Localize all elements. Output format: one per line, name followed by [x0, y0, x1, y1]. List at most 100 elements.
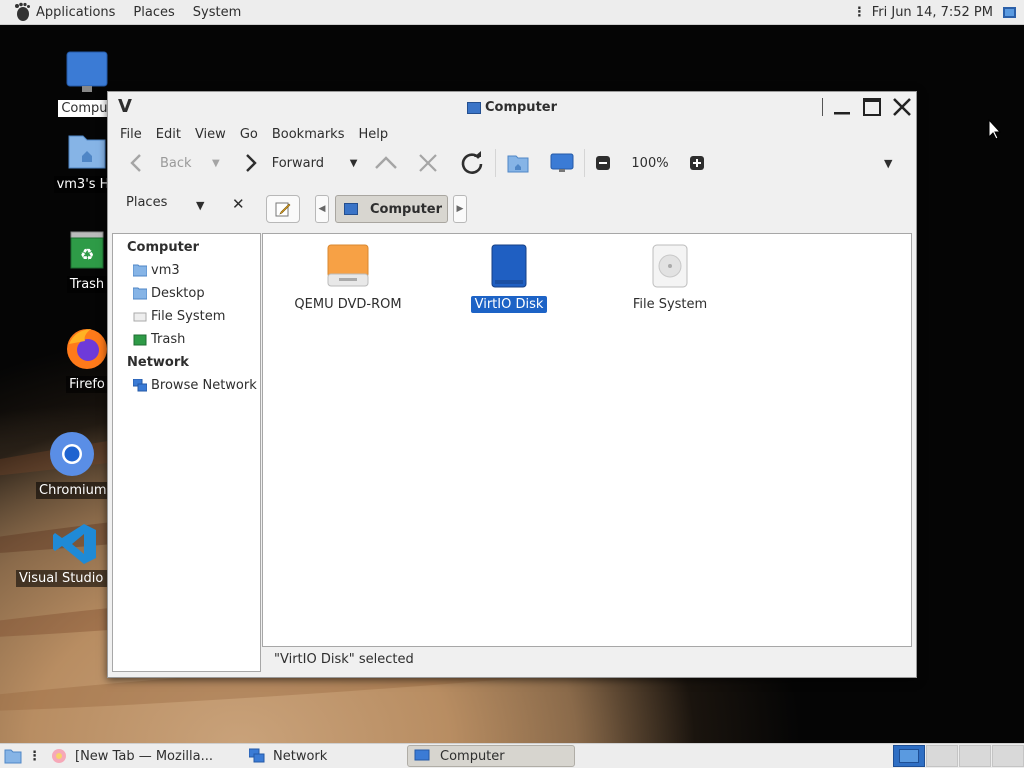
show-desktop-icon[interactable] — [1003, 6, 1016, 18]
icon-view: QEMU DVD-ROM VirtIO Disk File System — [262, 233, 912, 647]
breadcrumb-computer[interactable]: Computer — [335, 195, 448, 223]
sidebar-header-computer: Computer — [127, 240, 200, 255]
desktop-icon-vscode[interactable]: Visual Studio C — [16, 522, 120, 587]
item-virtio-disk[interactable]: VirtIO Disk — [434, 244, 584, 313]
item-label: File System — [632, 297, 708, 312]
back-label: Back — [160, 155, 192, 171]
zoom-in-icon[interactable] — [689, 155, 705, 171]
item-qemu-dvd-rom[interactable]: QEMU DVD-ROM — [273, 244, 423, 313]
sidebar-item-label: Trash — [151, 332, 186, 347]
workspace-4[interactable] — [992, 745, 1024, 767]
gnome-foot-icon[interactable] — [12, 2, 32, 22]
svg-text:♻: ♻ — [80, 245, 94, 264]
bottom-panel: ⋮ [New Tab — Mozilla... Network Computer — [0, 743, 1024, 768]
show-desktop-icon[interactable] — [4, 748, 22, 764]
workspace-1[interactable] — [893, 745, 925, 767]
taskbar-item-label: Computer — [440, 748, 505, 764]
close-sidebar-icon[interactable]: ✕ — [232, 195, 245, 213]
desktop-icon-label: Trash — [66, 276, 108, 293]
desktop-icon-label: Visual Studio C — [16, 570, 120, 587]
location-bar: Places ▼ ✕ ◀ Computer ▶ — [108, 185, 916, 225]
menu-bookmarks[interactable]: Bookmarks — [272, 127, 345, 142]
home-folder-icon — [133, 264, 147, 277]
desktop-folder-icon — [133, 287, 147, 300]
close-icon[interactable] — [890, 95, 914, 119]
edit-pencil-icon — [275, 202, 291, 217]
system-menu[interactable]: System — [193, 5, 241, 20]
window-titlebar[interactable]: V Computer — [108, 92, 916, 123]
sidebar-item-browse-network[interactable]: Browse Network — [113, 374, 260, 397]
network-icon — [133, 379, 147, 392]
reload-icon[interactable] — [459, 150, 485, 176]
desktop-icon-label: Chromium — [36, 482, 110, 499]
workspace-3[interactable] — [959, 745, 991, 767]
forward-label: Forward — [271, 155, 324, 171]
network-icon — [249, 748, 265, 763]
taskbar-item-label: [New Tab — Mozilla... — [75, 748, 214, 764]
toggle-location-entry-button[interactable] — [266, 195, 300, 223]
sidebar-header-network: Network — [127, 355, 189, 370]
menu-view[interactable]: View — [195, 127, 226, 142]
breadcrumb-left-arrow-icon[interactable]: ◀ — [315, 195, 329, 223]
computer-icon[interactable] — [550, 152, 574, 174]
home-folder-icon[interactable] — [506, 152, 530, 174]
up-icon[interactable] — [373, 152, 399, 174]
home-folder-icon — [68, 135, 106, 169]
taskbar-item-computer[interactable]: Computer — [407, 745, 575, 767]
panel-handle-icon: ⋮ — [28, 748, 41, 764]
forward-button[interactable]: Forward ▼ — [240, 148, 358, 178]
forward-history-dropdown-icon[interactable]: ▼ — [350, 158, 358, 169]
item-file-system[interactable]: File System — [595, 244, 745, 313]
stop-icon[interactable] — [417, 152, 439, 174]
computer-icon — [344, 203, 358, 215]
status-bar: "VirtIO Disk" selected — [274, 652, 414, 667]
menu-help[interactable]: Help — [358, 127, 388, 142]
item-label: VirtIO Disk — [470, 296, 548, 313]
sidebar-item-label: vm3 — [151, 263, 180, 278]
harddisk-icon — [652, 244, 688, 288]
zoom-level: 100% — [631, 155, 669, 171]
back-button[interactable]: Back ▼ — [126, 148, 220, 178]
vscode-icon — [53, 524, 96, 564]
menu-edit[interactable]: Edit — [156, 127, 181, 142]
file-manager-window: V Computer File Edit View Go Bookmarks H… — [107, 91, 917, 678]
zoom-out-icon[interactable] — [595, 155, 611, 171]
taskbar-item-firefox[interactable]: [New Tab — Mozilla... — [45, 745, 243, 767]
firefox-icon — [67, 329, 107, 369]
places-menu[interactable]: Places — [133, 5, 174, 20]
toolbar-overflow-icon[interactable]: ▼ — [884, 157, 892, 170]
sidebar-item-label: Browse Network — [151, 378, 257, 393]
sidebar-item-label: Desktop — [151, 286, 205, 301]
menubar: File Edit View Go Bookmarks Help — [108, 123, 916, 145]
chromium-icon — [50, 432, 94, 476]
desktop-icon-chromium[interactable]: Chromium — [36, 430, 110, 499]
taskbar-item-label: Network — [273, 748, 328, 764]
sidebar-item-vm3[interactable]: vm3 — [113, 259, 260, 282]
sidebar-item-file-system[interactable]: File System — [113, 305, 260, 328]
computer-icon — [414, 749, 430, 761]
places-sidebar: Computer vm3 Desktop File System Trash N… — [112, 233, 261, 672]
mouse-pointer-icon — [988, 119, 1002, 140]
sidebar-item-trash[interactable]: Trash — [113, 328, 260, 351]
window-menu-icon[interactable]: V — [118, 96, 132, 117]
sidebar-selector-label: Places — [126, 195, 168, 210]
menu-go[interactable]: Go — [240, 127, 258, 142]
applications-menu[interactable]: Applications — [36, 5, 115, 20]
clock[interactable]: Fri Jun 14, 7:52 PM — [872, 5, 993, 20]
taskbar-item-network[interactable]: Network — [243, 745, 407, 767]
sidebar-item-desktop[interactable]: Desktop — [113, 282, 260, 305]
breadcrumb-right-arrow-icon[interactable]: ▶ — [453, 195, 467, 223]
back-history-dropdown-icon[interactable]: ▼ — [212, 158, 220, 169]
sidebar-selector[interactable]: Places — [126, 195, 167, 210]
sidebar-selector-dropdown-icon[interactable]: ▼ — [196, 199, 204, 212]
sidebar-item-label: File System — [151, 309, 226, 324]
disk-drive-icon — [491, 244, 527, 288]
maximize-icon[interactable] — [860, 95, 884, 119]
breadcrumb-label: Computer — [370, 201, 443, 217]
workspace-2[interactable] — [926, 745, 958, 767]
minimize-icon[interactable] — [830, 95, 854, 119]
panel-handle-icon: ⋮ — [852, 4, 866, 20]
trash-icon — [133, 334, 147, 346]
menu-file[interactable]: File — [120, 127, 142, 142]
item-label: QEMU DVD-ROM — [294, 297, 402, 312]
